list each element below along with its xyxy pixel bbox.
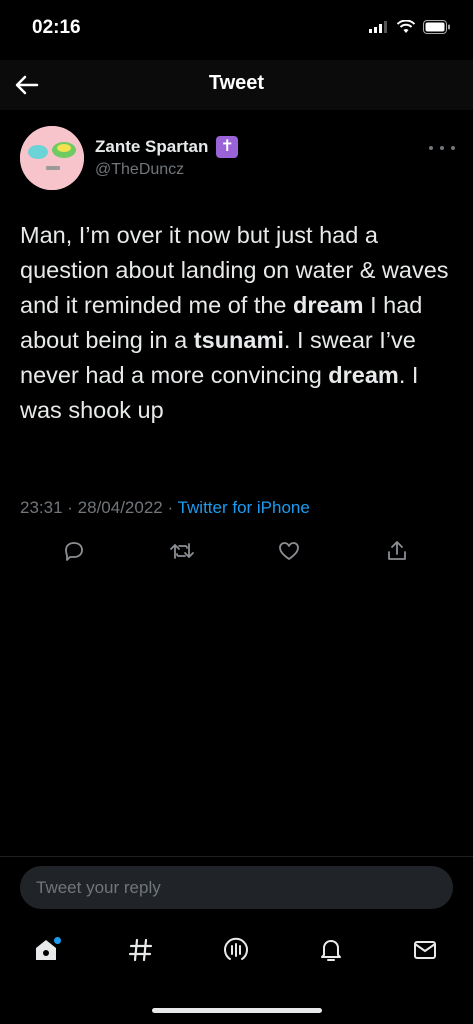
tweet-text-bold: dream — [293, 292, 364, 318]
display-name[interactable]: Zante Spartan — [95, 137, 208, 157]
status-icons — [369, 20, 451, 34]
tweet-time: 23:31 — [20, 498, 63, 517]
share-button[interactable] — [382, 536, 412, 566]
divider — [0, 856, 473, 857]
reply-icon — [65, 542, 83, 561]
tab-home[interactable] — [28, 932, 64, 968]
tweet-source-link[interactable]: Twitter for iPhone — [178, 498, 310, 517]
retweet-icon — [170, 543, 194, 559]
header: Tweet — [0, 60, 473, 110]
hashtag-icon — [128, 938, 153, 962]
status-time: 02:16 — [32, 17, 81, 38]
tab-explore[interactable] — [123, 932, 159, 968]
bell-icon — [321, 940, 341, 961]
mail-icon — [414, 941, 436, 959]
heart-icon — [279, 542, 299, 560]
user-handle[interactable]: @TheDuncz — [95, 161, 184, 179]
tweet-date: 28/04/2022 — [77, 498, 163, 517]
tab-messages[interactable] — [407, 932, 443, 968]
tweet-actions — [0, 536, 473, 570]
tweet-text-bold: tsunami — [193, 327, 284, 353]
more-dots-icon — [429, 146, 433, 150]
battery-icon — [423, 20, 450, 34]
wifi-icon — [397, 20, 415, 33]
retweet-button[interactable] — [167, 536, 197, 566]
tweet-text-bold: dream — [328, 362, 399, 388]
tweet-text: Man, I’m over it now but just had a ques… — [20, 218, 460, 428]
tab-notifications[interactable] — [313, 932, 349, 968]
tab-bar — [0, 926, 473, 976]
share-icon — [388, 541, 406, 560]
status-bar: 02:16 — [0, 0, 473, 60]
signal-icon — [369, 21, 387, 33]
more-options-button[interactable] — [429, 140, 455, 156]
avatar[interactable] — [20, 126, 84, 190]
page-title: Tweet — [208, 72, 265, 94]
reply-input[interactable]: Tweet your reply — [20, 866, 453, 909]
reply-placeholder: Tweet your reply — [36, 878, 161, 897]
spaces-icon — [224, 937, 248, 960]
cross-badge-icon: ✝ — [216, 136, 239, 158]
avatar-image — [20, 126, 84, 190]
tweet-meta: 23:31 · 28/04/2022 · Twitter for iPhone — [20, 498, 310, 517]
reply-button[interactable] — [59, 536, 89, 566]
tab-spaces[interactable] — [218, 932, 254, 968]
like-button[interactable] — [274, 536, 304, 566]
notification-dot — [54, 937, 61, 944]
home-indicator — [152, 1008, 322, 1013]
author-name-row: Zante Spartan ✝ — [95, 136, 239, 158]
